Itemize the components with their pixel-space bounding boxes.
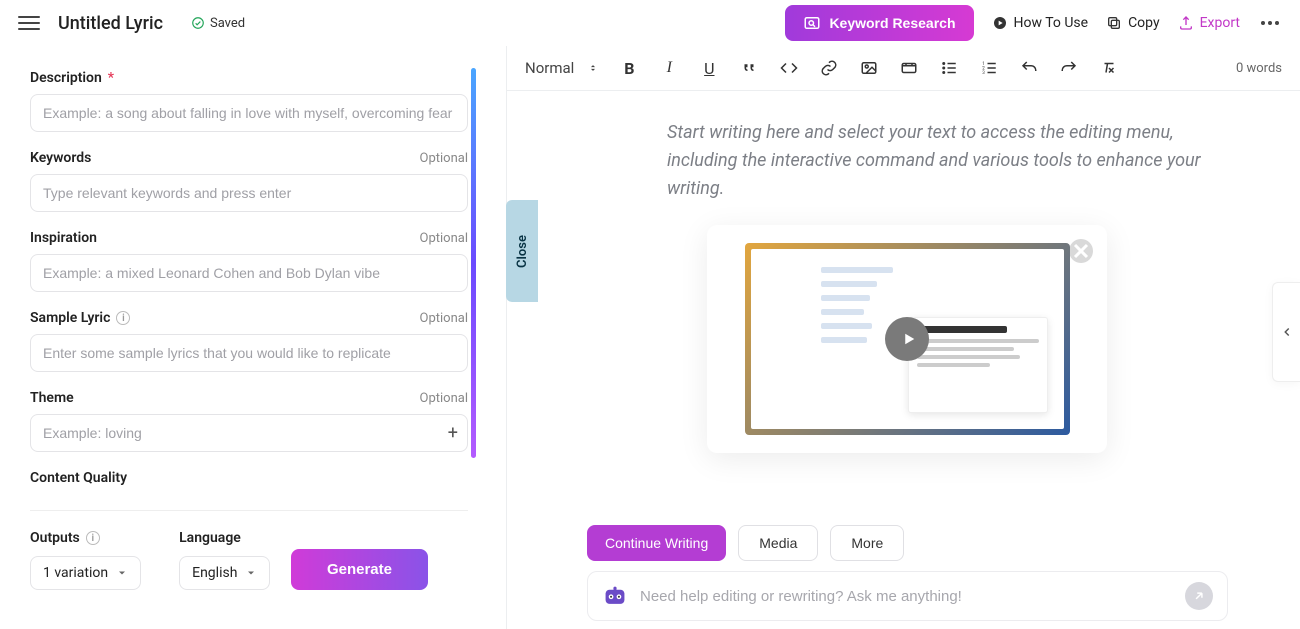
sample-optional: Optional [420, 311, 468, 326]
keywords-input[interactable] [30, 174, 468, 212]
image-icon[interactable] [860, 59, 878, 77]
inspiration-optional: Optional [420, 231, 468, 246]
media-button[interactable]: Media [738, 525, 818, 561]
select-arrows-icon [588, 60, 598, 76]
more-menu-icon[interactable] [1258, 11, 1282, 35]
export-icon [1178, 15, 1194, 31]
word-count: 0 words [1236, 61, 1282, 76]
link-icon[interactable] [820, 59, 838, 77]
theme-label: Theme [30, 390, 74, 406]
undo-icon[interactable] [1020, 59, 1038, 77]
close-tab[interactable]: Close [506, 200, 538, 302]
keyword-research-button[interactable]: Keyword Research [785, 5, 973, 41]
copy-icon [1106, 15, 1122, 31]
language-label: Language [179, 530, 270, 546]
bold-icon[interactable]: B [620, 59, 638, 77]
italic-icon[interactable]: I [660, 59, 678, 77]
quote-icon[interactable] [740, 59, 758, 77]
chat-input[interactable] [640, 588, 1173, 605]
video-thumbnail[interactable] [745, 243, 1070, 435]
svg-text:3: 3 [983, 70, 986, 76]
editor-area[interactable]: Start writing here and select your text … [507, 91, 1300, 629]
keywords-optional: Optional [420, 151, 468, 166]
sample-label: Sample Lyrici [30, 310, 130, 326]
menu-icon[interactable] [18, 12, 40, 34]
bullet-list-icon[interactable] [940, 59, 958, 77]
check-circle-icon [191, 16, 205, 30]
keywords-label: Keywords [30, 150, 91, 166]
chat-bar [587, 571, 1228, 621]
number-list-icon[interactable]: 123 [980, 59, 998, 77]
saved-status: Saved [191, 16, 245, 31]
video-tutorial-card [707, 225, 1107, 453]
side-panel-toggle[interactable] [1272, 282, 1300, 382]
play-circle-icon [992, 15, 1008, 31]
bot-icon [602, 585, 628, 607]
video-icon[interactable] [900, 59, 918, 77]
editor-placeholder: Start writing here and select your text … [667, 119, 1210, 203]
underline-icon[interactable]: U [700, 59, 718, 77]
generate-button[interactable]: Generate [291, 549, 428, 590]
clear-format-icon[interactable] [1100, 59, 1118, 77]
sample-input[interactable] [30, 334, 468, 372]
export-link[interactable]: Export [1178, 15, 1240, 31]
outputs-label: Outputsi [30, 530, 141, 546]
theme-input[interactable] [30, 414, 468, 452]
divider [30, 510, 468, 511]
inspiration-input[interactable] [30, 254, 468, 292]
how-to-use-link[interactable]: How To Use [992, 15, 1089, 31]
plus-icon[interactable]: + [448, 423, 458, 444]
chevron-down-icon [245, 567, 257, 579]
close-icon[interactable] [1069, 239, 1093, 263]
outputs-select[interactable]: 1 variation [30, 556, 141, 590]
redo-icon[interactable] [1060, 59, 1078, 77]
info-icon[interactable]: i [86, 531, 100, 545]
chevron-down-icon [116, 567, 128, 579]
continue-writing-button[interactable]: Continue Writing [587, 525, 726, 561]
chevron-left-icon [1280, 325, 1294, 339]
send-icon[interactable] [1185, 582, 1213, 610]
scrollbar[interactable] [471, 68, 476, 458]
inspiration-label: Inspiration [30, 230, 97, 246]
language-select[interactable]: English [179, 556, 270, 590]
page-title: Untitled Lyric [58, 13, 163, 34]
research-icon [803, 14, 821, 32]
description-label: Description* [30, 70, 114, 86]
code-icon[interactable] [780, 59, 798, 77]
theme-optional: Optional [420, 391, 468, 406]
text-style-select[interactable]: Normal [525, 59, 598, 77]
copy-link[interactable]: Copy [1106, 15, 1160, 31]
more-button[interactable]: More [830, 525, 904, 561]
description-input[interactable] [30, 94, 468, 132]
content-quality-label: Content Quality [30, 470, 127, 486]
info-icon[interactable]: i [116, 311, 130, 325]
play-icon[interactable] [885, 317, 929, 361]
